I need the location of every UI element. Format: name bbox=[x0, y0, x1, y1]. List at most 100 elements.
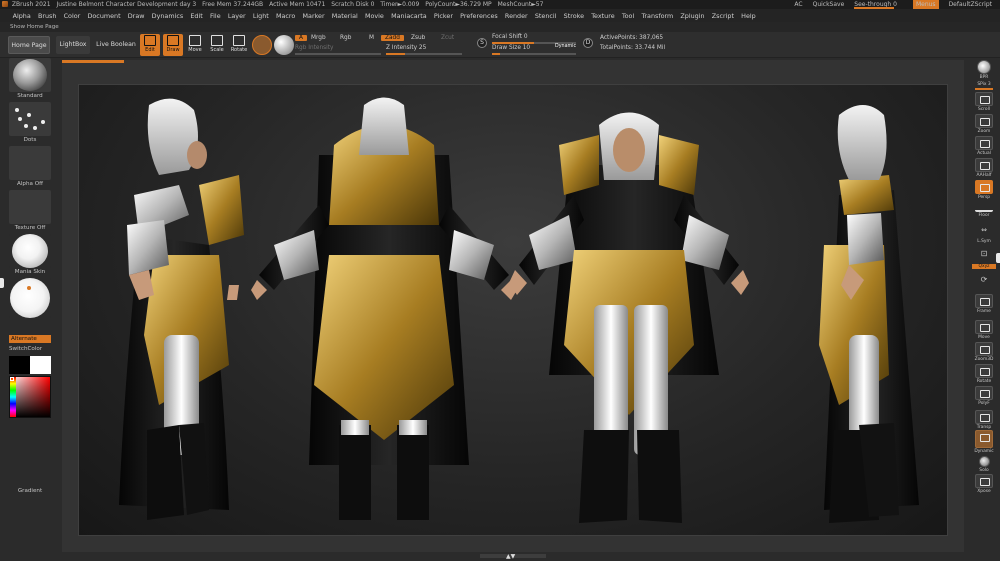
menu-macro[interactable]: Macro bbox=[272, 12, 299, 20]
live-boolean-button[interactable]: Live Boolean bbox=[95, 36, 137, 54]
hue-strip[interactable] bbox=[10, 377, 16, 417]
quicksave-button[interactable]: QuickSave bbox=[813, 0, 845, 9]
secondary-color-swatch[interactable] bbox=[30, 356, 51, 374]
viewport-canvas[interactable] bbox=[78, 84, 948, 536]
menu-transform[interactable]: Transform bbox=[638, 12, 677, 20]
bpr-button[interactable]: BPR bbox=[972, 60, 996, 80]
menu-draw[interactable]: Draw bbox=[124, 12, 148, 20]
draw-size-track[interactable] bbox=[492, 53, 576, 55]
actual-button[interactable]: Actual bbox=[972, 136, 996, 156]
see-through-slider[interactable]: See-through 0 bbox=[854, 0, 903, 9]
aahalf-button[interactable]: AAHalf bbox=[972, 158, 996, 178]
rgb-intensity-slider[interactable]: Rgb Intensity bbox=[295, 45, 333, 51]
material-mania-skin[interactable]: Mania Skin bbox=[9, 234, 51, 275]
menu-zplugin[interactable]: Zplugin bbox=[677, 12, 708, 20]
zcut-button[interactable]: Zcut bbox=[441, 35, 454, 41]
menu-edit[interactable]: Edit bbox=[187, 12, 207, 20]
ac-label[interactable]: AC bbox=[794, 0, 802, 9]
move-button[interactable]: Move bbox=[185, 34, 205, 56]
xpose-button[interactable]: Xpose bbox=[972, 474, 996, 494]
menu-document[interactable]: Document bbox=[84, 12, 124, 20]
rotate-view-button[interactable]: Rotate bbox=[972, 364, 996, 384]
polyf-button[interactable]: PolyF bbox=[972, 386, 996, 406]
z-intensity-track[interactable] bbox=[386, 53, 462, 55]
rotate-axis-button[interactable]: ⟳ bbox=[972, 274, 996, 289]
brush-standard[interactable]: Standard bbox=[9, 58, 51, 99]
menus-button[interactable]: Menus bbox=[912, 0, 939, 9]
menu-render[interactable]: Render bbox=[501, 12, 531, 20]
menu-layer[interactable]: Layer bbox=[224, 12, 249, 20]
scale-button[interactable]: Scale bbox=[207, 34, 227, 56]
default-zscript-button[interactable]: DefaultZScript bbox=[949, 0, 992, 9]
menu-movie[interactable]: Movie bbox=[361, 12, 387, 20]
zoom3d-button[interactable]: Zoom3D bbox=[972, 342, 996, 362]
rgb-intensity-track[interactable] bbox=[295, 53, 381, 55]
rotate-button[interactable]: Rotate bbox=[229, 34, 249, 56]
stroke-dots[interactable]: Dots bbox=[9, 102, 51, 143]
menu-light[interactable]: Light bbox=[249, 12, 272, 20]
menu-preferences[interactable]: Preferences bbox=[457, 12, 502, 20]
gradient-toggle[interactable]: Gradient bbox=[9, 488, 51, 494]
color-picker-cursor[interactable] bbox=[10, 377, 14, 381]
tray-toggle-icon[interactable]: ▲▼ bbox=[506, 553, 515, 560]
menu-help[interactable]: Help bbox=[738, 12, 760, 20]
left-tray-handle[interactable] bbox=[0, 278, 4, 288]
color-swatches[interactable] bbox=[9, 356, 51, 374]
persp-button[interactable]: Persp bbox=[972, 180, 996, 200]
dynamic-solo-button[interactable]: Dynamic bbox=[972, 430, 996, 454]
bpr-label: BPR bbox=[979, 75, 989, 80]
frame-button[interactable]: Frame bbox=[972, 294, 996, 314]
xyz-button[interactable]: Qxyz bbox=[972, 264, 996, 269]
draw-size-slider[interactable]: Draw Size 10 bbox=[492, 45, 530, 51]
material-sphere-icon[interactable] bbox=[252, 35, 272, 55]
menu-stencil[interactable]: Stencil bbox=[531, 12, 560, 20]
menu-tool[interactable]: Tool bbox=[618, 12, 638, 20]
brush-sphere-icon[interactable] bbox=[274, 35, 294, 55]
draw-button[interactable]: Draw bbox=[163, 34, 183, 56]
menu-picker[interactable]: Picker bbox=[430, 12, 456, 20]
show-home-page-button[interactable]: Show Home Page bbox=[0, 22, 1000, 32]
zoom-button[interactable]: Zoom bbox=[972, 114, 996, 134]
rgb-button[interactable]: Rgb bbox=[340, 35, 351, 41]
menu-marker[interactable]: Marker bbox=[299, 12, 328, 20]
lsym-button[interactable]: ⇔ L.Sym bbox=[972, 224, 996, 244]
home-page-button[interactable]: Home Page bbox=[8, 36, 50, 54]
menu-texture[interactable]: Texture bbox=[588, 12, 619, 20]
menu-maniacarta[interactable]: Maniacarta bbox=[387, 12, 430, 20]
alternate-toggle[interactable]: Alternate bbox=[9, 335, 51, 343]
move-view-button[interactable]: Move bbox=[972, 320, 996, 340]
right-tray-handle[interactable] bbox=[996, 253, 1000, 263]
focal-shift-slider[interactable]: Focal Shift 0 bbox=[492, 34, 528, 40]
dynamic-toggle[interactable]: Dynamic bbox=[555, 44, 576, 49]
menu-brush[interactable]: Brush bbox=[34, 12, 60, 20]
lock-button[interactable]: ⊡ bbox=[972, 248, 996, 263]
zsub-button[interactable]: Zsub bbox=[411, 35, 425, 41]
s-button[interactable]: S bbox=[477, 38, 487, 48]
color-sphere[interactable] bbox=[9, 278, 51, 319]
menu-color[interactable]: Color bbox=[60, 12, 84, 20]
switch-color-button[interactable]: SwitchColor bbox=[9, 346, 42, 352]
menu-alpha[interactable]: Alpha bbox=[9, 12, 34, 20]
lightbox-button[interactable]: LightBox bbox=[56, 36, 90, 54]
menu-zscript[interactable]: Zscript bbox=[708, 12, 737, 20]
solo-button[interactable]: Solo bbox=[972, 456, 996, 473]
menu-dynamics[interactable]: Dynamics bbox=[148, 12, 187, 20]
zadd-button[interactable]: Zadd bbox=[381, 35, 404, 41]
floor-button[interactable]: Floor bbox=[972, 202, 996, 218]
edit-button[interactable]: Edit bbox=[140, 34, 160, 56]
texture-off[interactable]: Texture Off bbox=[9, 190, 51, 231]
z-intensity-slider[interactable]: Z Intensity 25 bbox=[386, 45, 426, 51]
d-button[interactable]: D bbox=[583, 38, 593, 48]
spix-slider[interactable]: SPix 3 bbox=[972, 82, 996, 91]
m-button[interactable]: M bbox=[369, 35, 374, 41]
color-picker-square[interactable] bbox=[9, 376, 51, 418]
a-toggle[interactable]: A bbox=[295, 35, 307, 41]
primary-color-swatch[interactable] bbox=[9, 356, 30, 374]
transp-button[interactable]: Transp bbox=[972, 410, 996, 430]
menu-material[interactable]: Material bbox=[328, 12, 361, 20]
alpha-off[interactable]: Alpha Off bbox=[9, 146, 51, 187]
scroll-button[interactable]: Scroll bbox=[972, 92, 996, 112]
menu-stroke[interactable]: Stroke bbox=[560, 12, 588, 20]
menu-file[interactable]: File bbox=[206, 12, 224, 20]
mrgb-button[interactable]: Mrgb bbox=[311, 35, 326, 41]
